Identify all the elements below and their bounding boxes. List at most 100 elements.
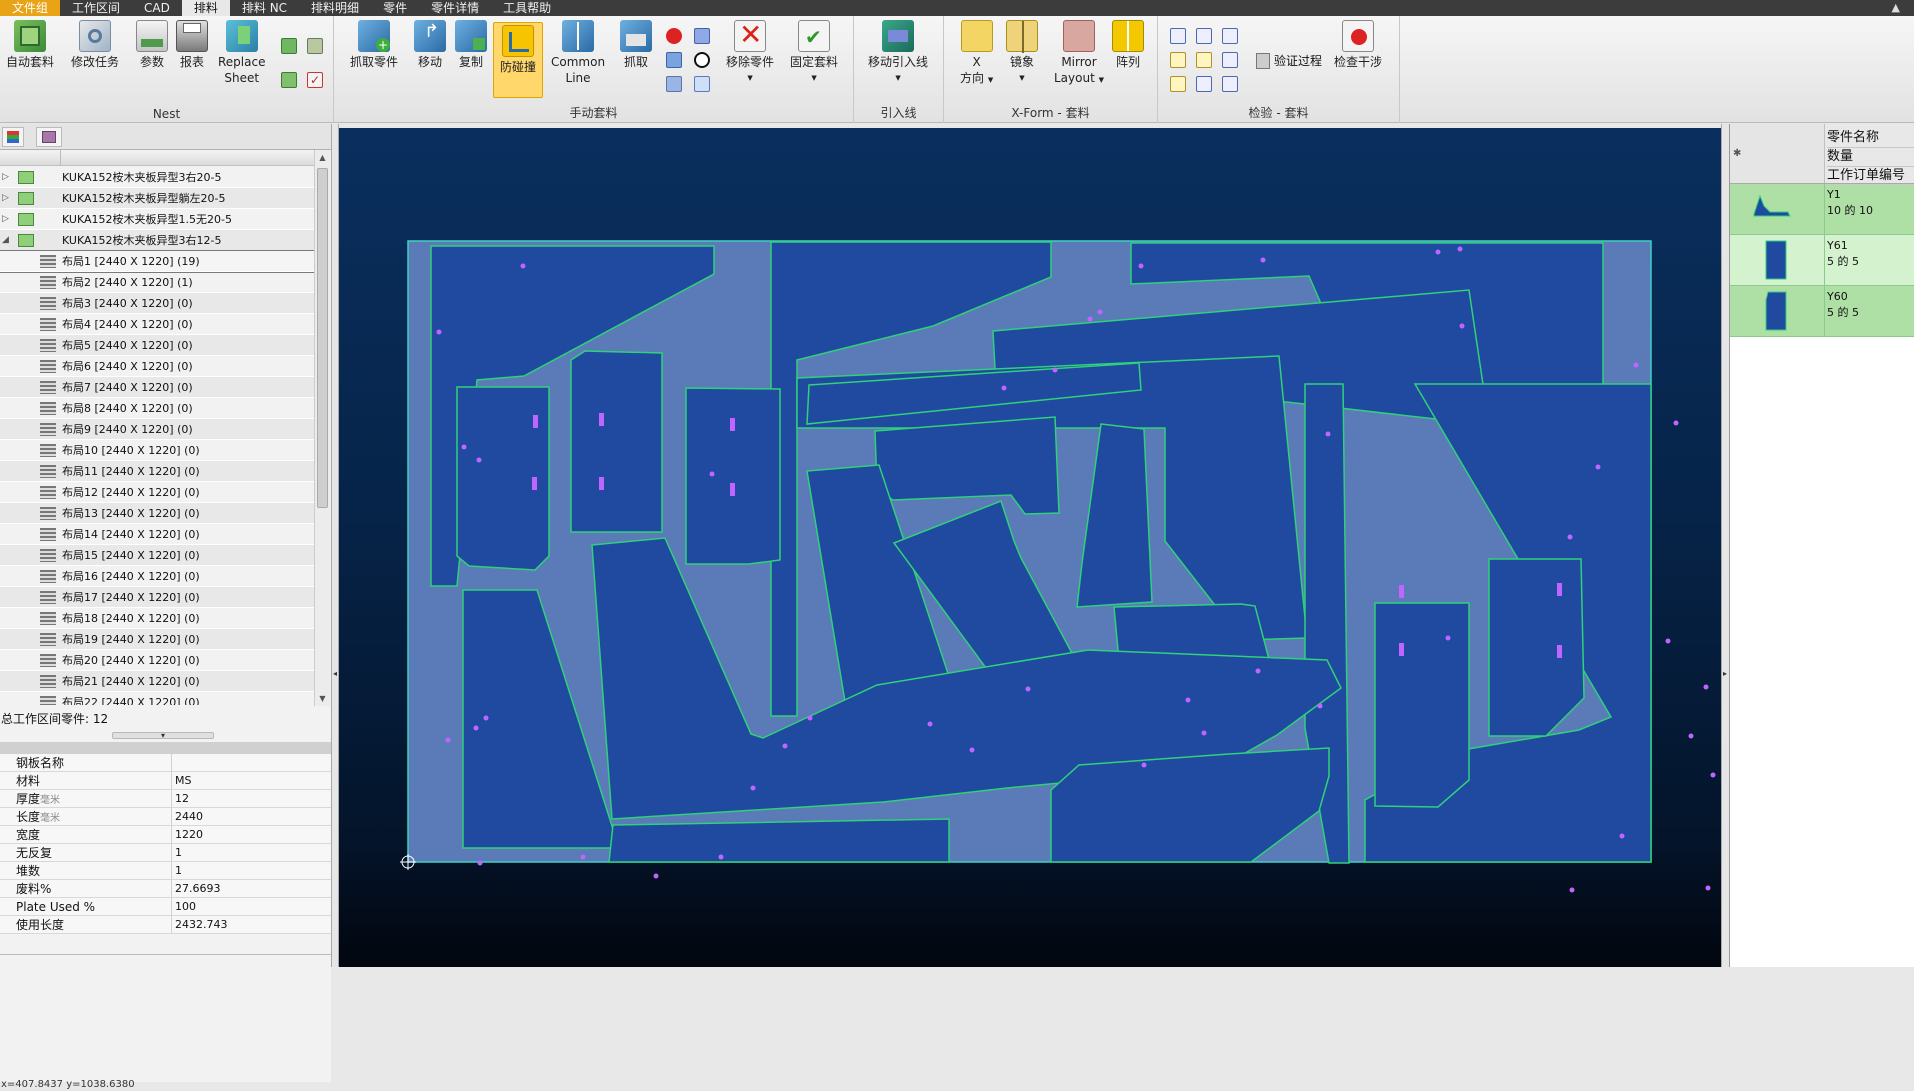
prop-value[interactable]: 1: [172, 844, 331, 861]
tree-layout-row[interactable]: 布局21 [2440 X 1220] (0): [0, 671, 314, 692]
tree-layout-row[interactable]: 布局6 [2440 X 1220] (0): [0, 356, 314, 377]
tree-layout-row[interactable]: 布局3 [2440 X 1220] (0): [0, 293, 314, 314]
tree-layout-row[interactable]: 布局18 [2440 X 1220] (0): [0, 608, 314, 629]
tab-tree-view[interactable]: [2, 126, 24, 147]
replace-sheet-button[interactable]: Replace Sheet: [218, 20, 265, 86]
prop-value[interactable]: 2432.743: [172, 916, 331, 933]
rotate-icon[interactable]: [694, 76, 710, 92]
tree-layout-row[interactable]: 布局19 [2440 X 1220] (0): [0, 629, 314, 650]
prop-value[interactable]: 2440: [172, 808, 331, 825]
collapse-icon[interactable]: ◢: [2, 230, 12, 251]
canvas-right-gutter[interactable]: ▸: [1721, 124, 1729, 967]
tree-layout-row[interactable]: 布局12 [2440 X 1220] (0): [0, 482, 314, 503]
scroll-up-icon[interactable]: ▲: [315, 150, 330, 165]
mirror-button[interactable]: 镜象 ▼: [1006, 20, 1038, 86]
canvas-left-gutter[interactable]: ◂: [332, 124, 339, 967]
pin-icon[interactable]: ✱: [1733, 148, 1741, 159]
tab-layout-view[interactable]: [36, 126, 62, 147]
tree-layout-row[interactable]: 布局15 [2440 X 1220] (0): [0, 545, 314, 566]
nesting-canvas[interactable]: [339, 128, 1721, 967]
menu-parts[interactable]: 零件: [371, 0, 419, 16]
mirror-layout-button[interactable]: Mirror Layout ▼: [1054, 20, 1104, 88]
menu-nesting[interactable]: 排料: [181, 0, 230, 16]
tree-layout-row[interactable]: 布局2 [2440 X 1220] (1): [0, 272, 314, 293]
prop-value[interactable]: MS: [172, 772, 331, 789]
expand-icon[interactable]: ▷: [2, 167, 12, 188]
check-tool-4-icon[interactable]: [1170, 52, 1186, 68]
x-direction-button[interactable]: X 方向 ▼: [960, 20, 993, 88]
tree-layout-row[interactable]: 布局16 [2440 X 1220] (0): [0, 566, 314, 587]
tree-layout-row[interactable]: 布局9 [2440 X 1220] (0): [0, 419, 314, 440]
text-a-icon[interactable]: [694, 28, 710, 44]
nest-small-3-icon[interactable]: [281, 72, 297, 88]
tree-layout-row[interactable]: 布局17 [2440 X 1220] (0): [0, 587, 314, 608]
auto-nest-button[interactable]: 自动套料: [6, 20, 54, 70]
tree-layout-row[interactable]: 布局5 [2440 X 1220] (0): [0, 335, 314, 356]
verify-process-button[interactable]: 验证过程: [1256, 52, 1322, 69]
tree-layout-row[interactable]: 布局8 [2440 X 1220] (0): [0, 398, 314, 419]
menu-tools-help[interactable]: 工具帮助: [491, 0, 563, 16]
tree-layout-row[interactable]: 布局20 [2440 X 1220] (0): [0, 650, 314, 671]
check-tool-1-icon[interactable]: [1170, 28, 1186, 44]
expand-icon[interactable]: ▷: [2, 188, 12, 209]
nest-small-2-icon[interactable]: [307, 38, 323, 54]
part-row[interactable]: Y1 10 的 10: [1730, 184, 1914, 235]
move-button[interactable]: ↱ 移动: [414, 20, 446, 70]
col-quantity[interactable]: 数量: [1827, 148, 1914, 167]
tree-job-row[interactable]: ▷ KUKA152桉木夹板异型3右20-5: [0, 167, 314, 188]
tree-layout-row[interactable]: 布局7 [2440 X 1220] (0): [0, 377, 314, 398]
report-button[interactable]: 报表: [176, 20, 208, 70]
tree-layout-row[interactable]: 布局1 [2440 X 1220] (19): [0, 250, 314, 273]
array-button[interactable]: 阵列: [1112, 20, 1144, 70]
menu-nesting-nc[interactable]: 排料 NC: [230, 0, 299, 16]
anti-collision-button[interactable]: 防碰撞: [493, 22, 543, 98]
move-leadin-button[interactable]: 移动引入线 ▼: [868, 20, 928, 86]
ribbon-collapse-icon[interactable]: ▲: [1892, 0, 1900, 16]
menu-workspace[interactable]: 工作区间: [60, 0, 132, 16]
modify-task-button[interactable]: 修改任务: [71, 20, 119, 70]
check-tool-5-icon[interactable]: [1196, 52, 1212, 68]
check-tool-8-icon[interactable]: [1196, 76, 1212, 92]
menu-file[interactable]: 文件组: [0, 0, 61, 16]
prop-value[interactable]: 12: [172, 790, 331, 807]
part-row[interactable]: Y60 5 的 5: [1730, 286, 1914, 337]
check-tool-3-icon[interactable]: [1222, 28, 1238, 44]
panel-splitter[interactable]: ▾: [112, 732, 214, 740]
nesting-drawing[interactable]: [339, 128, 1721, 967]
chevron-left-icon[interactable]: ◂: [333, 669, 337, 678]
prop-value[interactable]: 100: [172, 898, 331, 915]
common-line-button[interactable]: Common Line: [551, 20, 605, 86]
tree-layout-row[interactable]: 布局11 [2440 X 1220] (0): [0, 461, 314, 482]
copy-button[interactable]: 复制: [455, 20, 487, 70]
link-icon[interactable]: [666, 76, 682, 92]
tree-layout-row[interactable]: 布局13 [2440 X 1220] (0): [0, 503, 314, 524]
prop-value[interactable]: 27.6693: [172, 880, 331, 897]
menu-cad[interactable]: CAD: [132, 0, 182, 16]
nest-small-4-icon[interactable]: ✓: [307, 72, 323, 88]
check-tool-6-icon[interactable]: [1222, 52, 1238, 68]
prop-value[interactable]: 1220: [172, 826, 331, 843]
check-tool-2-icon[interactable]: [1196, 28, 1212, 44]
circle-icon[interactable]: [694, 52, 710, 68]
chevron-right-icon[interactable]: ▸: [1723, 669, 1727, 678]
grab-button[interactable]: 抓取: [620, 20, 652, 70]
tree-layout-row[interactable]: 布局4 [2440 X 1220] (0): [0, 314, 314, 335]
tree-job-row[interactable]: ▷ KUKA152桉木夹板异型躺左20-5: [0, 188, 314, 209]
check-tool-9-icon[interactable]: [1222, 76, 1238, 92]
params-button[interactable]: 参数: [136, 20, 168, 70]
scroll-down-icon[interactable]: ▼: [315, 691, 330, 706]
col-part-name[interactable]: 零件名称: [1827, 129, 1914, 148]
prop-value[interactable]: 1: [172, 862, 331, 879]
tree-layout-row[interactable]: 布局22 [2440 X 1220] (0): [0, 692, 314, 705]
part-row[interactable]: Y61 5 的 5: [1730, 235, 1914, 286]
nested-part[interactable]: [608, 818, 950, 863]
expand-icon[interactable]: ▷: [2, 209, 12, 230]
nested-part[interactable]: [570, 350, 663, 533]
tree-scrollbar[interactable]: ▲ ▼: [314, 150, 330, 706]
grab-part-button[interactable]: + 抓取零件: [350, 20, 398, 70]
check-interference-button[interactable]: 检查干涉: [1334, 20, 1382, 70]
nested-part[interactable]: [1374, 602, 1470, 808]
nest-small-1-icon[interactable]: [281, 38, 297, 54]
nested-part[interactable]: [1488, 558, 1585, 737]
fix-nest-button[interactable]: ✔ 固定套料 ▼: [790, 20, 838, 86]
